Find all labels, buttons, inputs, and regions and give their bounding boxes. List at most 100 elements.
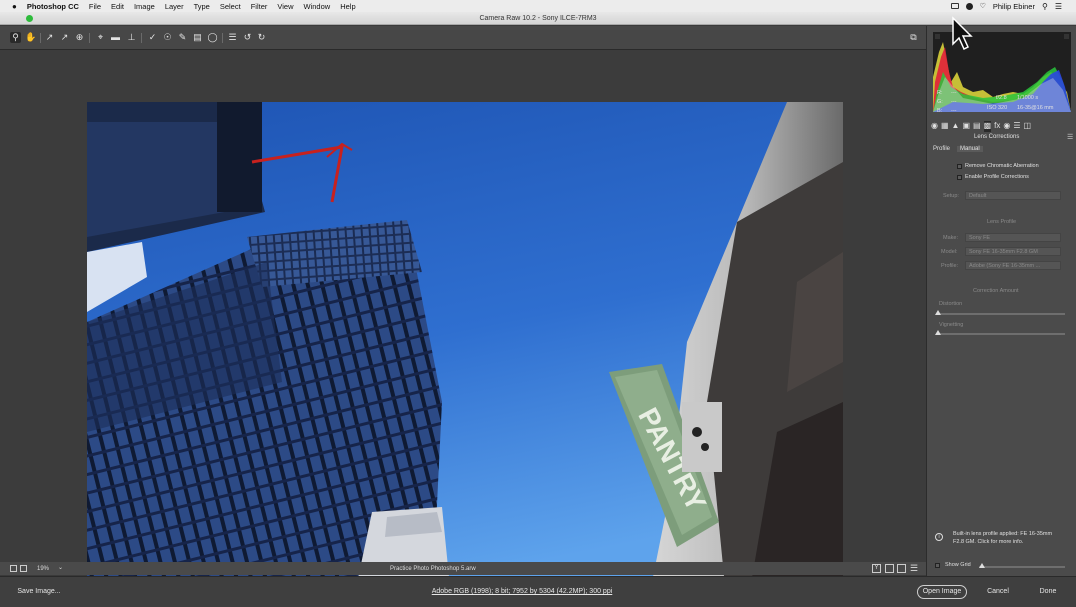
exif-aperture: f/2.8 (996, 95, 1007, 101)
window-title: Camera Raw 10.2 - Sony ILCE-7RM3 (479, 15, 597, 22)
save-image-button[interactable]: Save Image... (8, 588, 70, 595)
basic-panel-icon[interactable]: ◉ (931, 121, 938, 132)
section-title: Lens Corrections (974, 134, 1020, 140)
menu-view[interactable]: View (277, 2, 293, 11)
menu-list-icon[interactable]: ☰ (1055, 2, 1062, 11)
preferences-icon[interactable]: ☰ (227, 32, 238, 43)
red-eye-tool-icon[interactable]: ☉ (162, 32, 173, 43)
camera-calibration-icon[interactable]: ◉ (1003, 121, 1010, 132)
photo-preview[interactable]: PANTRY (87, 102, 843, 607)
toolbar-divider (40, 33, 41, 43)
copy-settings-icon[interactable] (897, 564, 906, 573)
chromatic-aberration-checkbox[interactable] (957, 164, 962, 169)
lens-info-text-2[interactable]: F2.8 GM. Click for more info. (953, 539, 1023, 545)
rotate-cw-icon[interactable]: ↻ (256, 32, 267, 43)
vignetting-slider[interactable] (937, 333, 1065, 335)
menu-type[interactable]: Type (194, 2, 210, 11)
grid-size-slider[interactable] (979, 566, 1065, 568)
toolbar-divider (222, 33, 223, 43)
graduated-filter-icon[interactable]: ▤ (192, 32, 203, 43)
distortion-slider[interactable] (937, 313, 1065, 315)
zoom-dropdown-icon[interactable]: ⌄ (58, 564, 63, 571)
grid-size-slider-thumb[interactable] (979, 563, 985, 568)
fullscreen-toggle-icon[interactable]: ⧉ (908, 32, 919, 43)
app-menu[interactable]: Photoshop CC (27, 2, 79, 11)
menu-file[interactable]: File (89, 2, 101, 11)
vignetting-slider-thumb[interactable] (935, 330, 941, 335)
tool-bar: ⚲ ✋ ↗ ↗ ⊕ ⌖ ▬ ⊥ ✓ ☉ ✎ ▤ ◯ ☰ ↺ ↻ ⧉ (0, 26, 926, 50)
panel-menu-icon[interactable]: ☰ (1067, 133, 1073, 141)
snapshots-panel-icon[interactable]: ◫ (1024, 121, 1032, 132)
make-label: Make: (943, 235, 958, 241)
swap-before-after-icon[interactable] (885, 564, 894, 573)
zoom-tool-icon[interactable]: ⚲ (10, 32, 21, 43)
tab-profile[interactable]: Profile (933, 146, 950, 152)
highlight-clipping-icon[interactable] (1064, 34, 1069, 39)
menu-image[interactable]: Image (134, 2, 155, 11)
white-balance-tool-icon[interactable]: ↗ (44, 32, 55, 43)
profile-corrections-checkbox[interactable] (957, 175, 962, 180)
panel-tab-icons: ◉ ▦ ▲ ▣ ▤ ▩ fx ◉ ☰ ◫ (931, 121, 1073, 132)
menu-window[interactable]: Window (304, 2, 331, 11)
apple-icon[interactable]: ● (12, 2, 17, 11)
tab-manual[interactable]: Manual (957, 146, 983, 152)
transform-tool-icon[interactable]: ⊥ (126, 32, 137, 43)
model-label: Model: (941, 249, 958, 255)
straighten-tool-icon[interactable]: ▬ (110, 32, 121, 43)
color-sampler-tool-icon[interactable]: ↗ (59, 32, 70, 43)
hand-tool-icon[interactable]: ✋ (25, 32, 36, 43)
menu-layer[interactable]: Layer (165, 2, 184, 11)
exif-shutter: 1/1000 s (1017, 95, 1039, 101)
open-image-button[interactable]: Open Image (917, 585, 967, 599)
info-icon[interactable]: i (935, 533, 943, 541)
profile-value: Adobe (Sony FE 16-35mm ... (969, 263, 1041, 269)
search-icon[interactable]: ⚲ (1042, 2, 1048, 11)
make-value: Sony FE (969, 235, 991, 241)
image-canvas[interactable]: PANTRY (0, 50, 926, 607)
status-circle-icon[interactable] (965, 2, 973, 10)
lens-info-text-1[interactable]: Built-in lens profile applied: FE 16-35m… (953, 531, 1052, 537)
profile-label: Profile: (941, 263, 959, 269)
crop-tool-icon[interactable]: ⌖ (95, 32, 106, 43)
toggle-settings-icon[interactable]: ☰ (910, 563, 918, 574)
split-toning-icon[interactable]: ▤ (973, 121, 981, 132)
hsl-panel-icon[interactable]: ▣ (962, 121, 970, 132)
screen-record-icon[interactable] (950, 3, 959, 9)
toolbar-divider (89, 33, 90, 43)
spot-removal-tool-icon[interactable]: ✓ (147, 32, 158, 43)
targeted-adjustment-tool-icon[interactable]: ⊕ (74, 32, 85, 43)
shadow-clipping-icon[interactable] (935, 34, 940, 39)
setup-label: Setup: (943, 193, 959, 199)
menu-filter[interactable]: Filter (251, 2, 268, 11)
show-grid-label: Show Grid (945, 562, 971, 568)
rotate-ccw-icon[interactable]: ↺ (242, 32, 253, 43)
exif-iso: ISO 320 (987, 105, 1008, 111)
cityscape-photo: PANTRY (87, 102, 843, 607)
vignetting-label: Vignetting (939, 322, 964, 328)
workflow-options-link[interactable]: Adobe RGB (1998); 8 bit; 7952 by 5304 (4… (400, 588, 644, 595)
preview-status-bar: 19% ⌄ Practice Photo Photoshop 5.arw Y ☰ (0, 562, 926, 575)
radial-filter-icon[interactable]: ◯ (207, 32, 218, 43)
detail-panel-icon[interactable]: ▲ (952, 121, 960, 132)
zoom-in-button[interactable] (20, 565, 27, 572)
lens-corrections-icon[interactable]: ▩ (983, 121, 992, 132)
menu-edit[interactable]: Edit (111, 2, 124, 11)
presets-panel-icon[interactable]: ☰ (1013, 121, 1020, 132)
wifi-icon[interactable]: ♡ (980, 2, 986, 10)
distortion-slider-thumb[interactable] (935, 310, 941, 315)
effects-panel-icon[interactable]: fx (994, 121, 1000, 132)
tone-curve-icon[interactable]: ▦ (941, 121, 949, 132)
zoom-level[interactable]: 19% (37, 566, 49, 572)
menu-help[interactable]: Help (340, 2, 355, 11)
setup-value: Default (969, 193, 987, 199)
done-button[interactable]: Done (1030, 588, 1066, 595)
user-name[interactable]: Philip Ebiner (993, 2, 1035, 11)
before-after-y-icon[interactable]: Y (872, 564, 881, 573)
show-grid-checkbox[interactable] (935, 563, 940, 568)
zoom-out-button[interactable] (10, 565, 17, 572)
menu-select[interactable]: Select (220, 2, 241, 11)
cancel-button[interactable]: Cancel (978, 588, 1018, 595)
rgb-value-g: --- (951, 99, 957, 105)
adjustment-brush-icon[interactable]: ✎ (177, 32, 188, 43)
window-zoom-button[interactable] (26, 15, 33, 22)
